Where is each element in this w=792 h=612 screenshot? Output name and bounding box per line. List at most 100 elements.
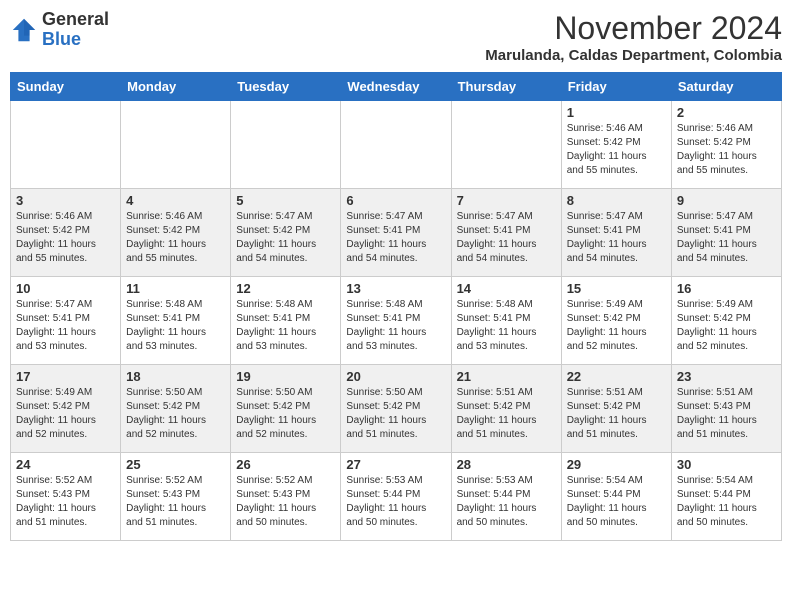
day-number: 11 <box>126 281 225 296</box>
calendar-cell: 30 Sunrise: 5:54 AM Sunset: 5:44 PM Dayli… <box>671 453 781 541</box>
calendar-cell: 15 Sunrise: 5:49 AM Sunset: 5:42 PM Dayli… <box>561 277 671 365</box>
day-info: Sunrise: 5:52 AM Sunset: 5:43 PM Dayligh… <box>236 474 335 530</box>
day-info: Sunrise: 5:50 AM Sunset: 5:42 PM Dayligh… <box>346 386 445 442</box>
calendar-week-1: 1 Sunrise: 5:46 AM Sunset: 5:42 PM Daylig… <box>11 101 782 189</box>
day-number: 2 <box>677 105 776 120</box>
calendar-cell: 17 Sunrise: 5:49 AM Sunset: 5:42 PM Dayli… <box>11 365 121 453</box>
day-info: Sunrise: 5:49 AM Sunset: 5:42 PM Dayligh… <box>567 298 666 354</box>
day-info: Sunrise: 5:46 AM Sunset: 5:42 PM Dayligh… <box>677 122 776 178</box>
calendar-cell: 28Sunrise: 5:53 AM Sunset: 5:44 PM Dayli… <box>451 453 561 541</box>
calendar-cell: 12 Sunrise: 5:48 AM Sunset: 5:41 PM Dayli… <box>231 277 341 365</box>
day-number: 29 <box>567 457 666 472</box>
day-number: 10 <box>16 281 115 296</box>
day-number: 23 <box>677 369 776 384</box>
day-info: Sunrise: 5:47 AM Sunset: 5:41 PM Dayligh… <box>16 298 115 354</box>
day-info: Sunrise: 5:52 AM Sunset: 5:43 PM Dayligh… <box>126 474 225 530</box>
day-number: 8 <box>567 193 666 208</box>
calendar-cell: 7 Sunrise: 5:47 AM Sunset: 5:41 PM Daylig… <box>451 189 561 277</box>
day-info: Sunrise: 5:49 AM Sunset: 5:42 PM Dayligh… <box>16 386 115 442</box>
day-number: 21 <box>457 369 556 384</box>
day-info: Sunrise: 5:46 AM Sunset: 5:42 PM Dayligh… <box>126 210 225 266</box>
day-info: Sunrise: 5:50 AM Sunset: 5:42 PM Dayligh… <box>236 386 335 442</box>
location-title: Marulanda, Caldas Department, Colombia <box>485 47 782 64</box>
calendar-cell: 10 Sunrise: 5:47 AM Sunset: 5:41 PM Dayli… <box>11 277 121 365</box>
day-number: 13 <box>346 281 445 296</box>
calendar-cell: 8 Sunrise: 5:47 AM Sunset: 5:41 PM Daylig… <box>561 189 671 277</box>
day-info: Sunrise: 5:49 AM Sunset: 5:42 PM Dayligh… <box>677 298 776 354</box>
day-number: 5 <box>236 193 335 208</box>
logo-text: General Blue <box>42 10 109 50</box>
calendar-week-3: 10 Sunrise: 5:47 AM Sunset: 5:41 PM Dayli… <box>11 277 782 365</box>
day-number: 12 <box>236 281 335 296</box>
day-number: 22 <box>567 369 666 384</box>
calendar-cell <box>231 101 341 189</box>
day-info: Sunrise: 5:54 AM Sunset: 5:44 PM Dayligh… <box>677 474 776 530</box>
day-info: Sunrise: 5:53 AM Sunset: 5:44 PM Dayligh… <box>346 474 445 530</box>
day-info: Sunrise: 5:48 AM Sunset: 5:41 PM Dayligh… <box>236 298 335 354</box>
day-info: Sunrise: 5:51 AM Sunset: 5:42 PM Dayligh… <box>457 386 556 442</box>
calendar-week-4: 17 Sunrise: 5:49 AM Sunset: 5:42 PM Dayli… <box>11 365 782 453</box>
calendar-cell: 23Sunrise: 5:51 AM Sunset: 5:43 PM Dayli… <box>671 365 781 453</box>
calendar-cell: 3 Sunrise: 5:46 AM Sunset: 5:42 PM Daylig… <box>11 189 121 277</box>
calendar-cell: 24Sunrise: 5:52 AM Sunset: 5:43 PM Dayli… <box>11 453 121 541</box>
day-number: 4 <box>126 193 225 208</box>
logo: General Blue <box>10 10 109 50</box>
calendar-cell <box>341 101 451 189</box>
calendar-cell <box>451 101 561 189</box>
calendar-week-5: 24Sunrise: 5:52 AM Sunset: 5:43 PM Dayli… <box>11 453 782 541</box>
day-number: 7 <box>457 193 556 208</box>
day-number: 27 <box>346 457 445 472</box>
calendar-cell: 27 Sunrise: 5:53 AM Sunset: 5:44 PM Dayli… <box>341 453 451 541</box>
day-info: Sunrise: 5:48 AM Sunset: 5:41 PM Dayligh… <box>346 298 445 354</box>
calendar-cell: 6Sunrise: 5:47 AM Sunset: 5:41 PM Daylig… <box>341 189 451 277</box>
calendar-cell <box>11 101 121 189</box>
calendar-cell: 26Sunrise: 5:52 AM Sunset: 5:43 PM Dayli… <box>231 453 341 541</box>
weekday-header-monday: Monday <box>121 73 231 101</box>
day-number: 25 <box>126 457 225 472</box>
day-number: 9 <box>677 193 776 208</box>
day-number: 17 <box>16 369 115 384</box>
calendar-cell: 25 Sunrise: 5:52 AM Sunset: 5:43 PM Dayli… <box>121 453 231 541</box>
day-info: Sunrise: 5:52 AM Sunset: 5:43 PM Dayligh… <box>16 474 115 530</box>
day-info: Sunrise: 5:47 AM Sunset: 5:41 PM Dayligh… <box>346 210 445 266</box>
calendar-cell: 29 Sunrise: 5:54 AM Sunset: 5:44 PM Dayli… <box>561 453 671 541</box>
calendar-cell: 5Sunrise: 5:47 AM Sunset: 5:42 PM Daylig… <box>231 189 341 277</box>
day-number: 19 <box>236 369 335 384</box>
day-info: Sunrise: 5:47 AM Sunset: 5:41 PM Dayligh… <box>457 210 556 266</box>
calendar-cell: 2 Sunrise: 5:46 AM Sunset: 5:42 PM Daylig… <box>671 101 781 189</box>
weekday-header-row: SundayMondayTuesdayWednesdayThursdayFrid… <box>11 73 782 101</box>
calendar-cell: 4 Sunrise: 5:46 AM Sunset: 5:42 PM Daylig… <box>121 189 231 277</box>
calendar-cell: 11 Sunrise: 5:48 AM Sunset: 5:41 PM Dayli… <box>121 277 231 365</box>
calendar-cell: 19 Sunrise: 5:50 AM Sunset: 5:42 PM Dayli… <box>231 365 341 453</box>
day-info: Sunrise: 5:47 AM Sunset: 5:41 PM Dayligh… <box>567 210 666 266</box>
calendar-cell: 18Sunrise: 5:50 AM Sunset: 5:42 PM Dayli… <box>121 365 231 453</box>
weekday-header-thursday: Thursday <box>451 73 561 101</box>
weekday-header-wednesday: Wednesday <box>341 73 451 101</box>
logo-general: General <box>42 9 109 29</box>
calendar-cell: 9 Sunrise: 5:47 AM Sunset: 5:41 PM Daylig… <box>671 189 781 277</box>
day-info: Sunrise: 5:46 AM Sunset: 5:42 PM Dayligh… <box>16 210 115 266</box>
day-info: Sunrise: 5:46 AM Sunset: 5:42 PM Dayligh… <box>567 122 666 178</box>
calendar-cell: 21 Sunrise: 5:51 AM Sunset: 5:42 PM Dayli… <box>451 365 561 453</box>
day-number: 30 <box>677 457 776 472</box>
day-number: 3 <box>16 193 115 208</box>
weekday-header-tuesday: Tuesday <box>231 73 341 101</box>
logo-icon <box>10 16 38 44</box>
day-number: 20 <box>346 369 445 384</box>
title-block: November 2024 Marulanda, Caldas Departme… <box>485 10 782 64</box>
calendar-week-2: 3 Sunrise: 5:46 AM Sunset: 5:42 PM Daylig… <box>11 189 782 277</box>
calendar-cell: 14Sunrise: 5:48 AM Sunset: 5:41 PM Dayli… <box>451 277 561 365</box>
day-info: Sunrise: 5:51 AM Sunset: 5:42 PM Dayligh… <box>567 386 666 442</box>
calendar-table: SundayMondayTuesdayWednesdayThursdayFrid… <box>10 72 782 541</box>
day-info: Sunrise: 5:54 AM Sunset: 5:44 PM Dayligh… <box>567 474 666 530</box>
day-info: Sunrise: 5:47 AM Sunset: 5:41 PM Dayligh… <box>677 210 776 266</box>
calendar-cell: 13 Sunrise: 5:48 AM Sunset: 5:41 PM Dayli… <box>341 277 451 365</box>
day-number: 15 <box>567 281 666 296</box>
day-number: 14 <box>457 281 556 296</box>
day-number: 16 <box>677 281 776 296</box>
day-info: Sunrise: 5:48 AM Sunset: 5:41 PM Dayligh… <box>126 298 225 354</box>
day-number: 1 <box>567 105 666 120</box>
day-number: 18 <box>126 369 225 384</box>
weekday-header-sunday: Sunday <box>11 73 121 101</box>
calendar-cell: 22 Sunrise: 5:51 AM Sunset: 5:42 PM Dayli… <box>561 365 671 453</box>
